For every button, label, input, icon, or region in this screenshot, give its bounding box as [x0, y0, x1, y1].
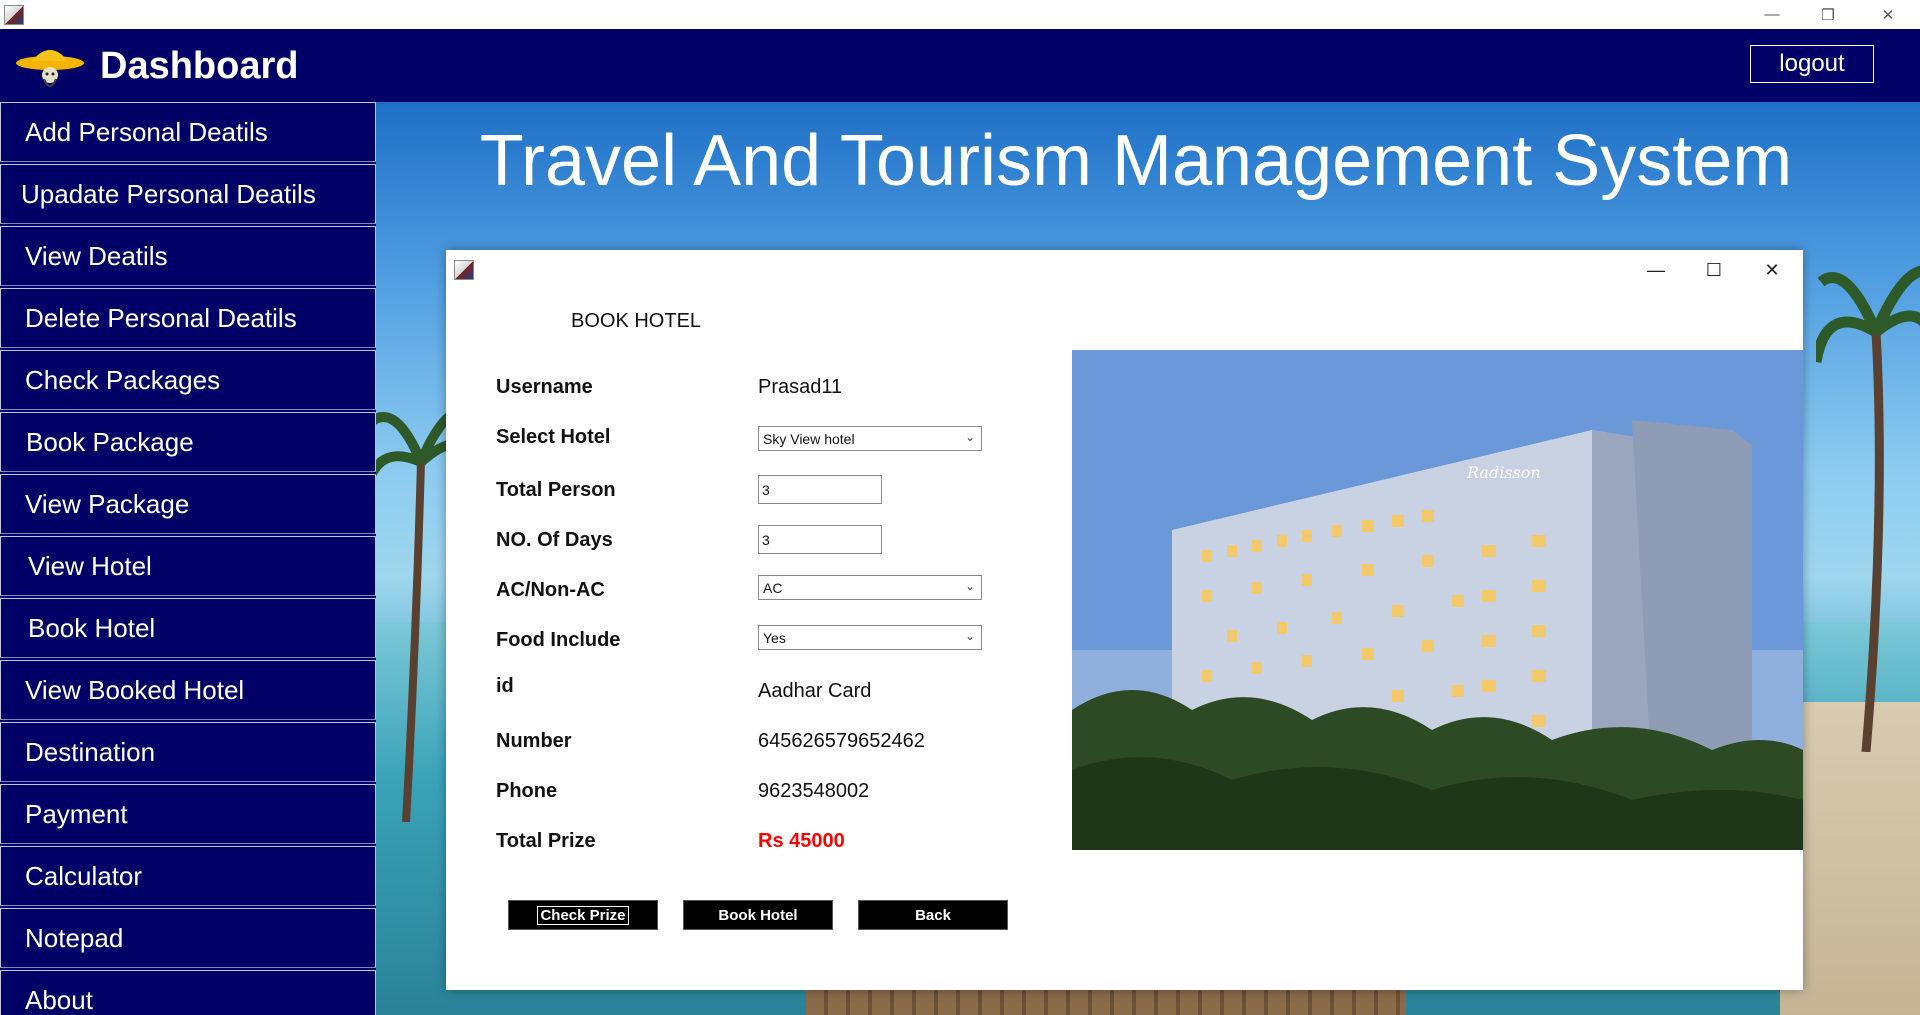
username-label: Username: [496, 376, 593, 398]
sidebar-item-check-packages[interactable]: Check Packages: [0, 350, 376, 410]
back-button[interactable]: Back: [858, 900, 1008, 930]
dialog-maximize-button[interactable]: ☐: [1694, 258, 1734, 282]
check-prize-button[interactable]: Check Prize: [508, 900, 658, 930]
ac-label: AC/Non-AC: [496, 579, 605, 601]
sidebar-item-view-package[interactable]: View Package: [0, 474, 376, 534]
sidebar-item-book-package[interactable]: Book Package: [0, 412, 376, 472]
username-value: Prasad11: [758, 376, 843, 398]
food-label: Food Include: [496, 629, 621, 651]
sidebar-item-view-hotel[interactable]: View Hotel: [0, 536, 376, 596]
phone-value: 9623548002: [758, 780, 870, 802]
book-hotel-dialog: — ☐ ✕ BOOK HOTEL Username Prasad11 Selec…: [446, 250, 1803, 990]
sidebar-item-update-personal-details[interactable]: Upadate Personal Deatils: [0, 164, 376, 224]
java-app-icon: [454, 260, 474, 280]
select-hotel-selected: Sky View hotel: [763, 430, 855, 447]
sidebar-item-calculator[interactable]: Calculator: [0, 846, 376, 906]
minimize-button[interactable]: —: [1744, 0, 1800, 29]
dialog-minimize-button[interactable]: —: [1636, 258, 1676, 282]
dashboard-header: Dashboard logout: [0, 29, 1920, 102]
food-selected: Yes: [763, 629, 786, 646]
logout-button[interactable]: logout: [1750, 45, 1874, 83]
chevron-down-icon: ⌄: [964, 579, 975, 593]
dashboard-title: Dashboard: [100, 45, 299, 87]
id-label: id: [496, 675, 514, 697]
total-person-input[interactable]: [758, 475, 882, 504]
days-label: NO. Of Days: [496, 529, 613, 551]
food-dropdown[interactable]: Yes ⌄: [758, 625, 982, 650]
sidebar-item-about[interactable]: About: [0, 970, 376, 1015]
sidebar-menu: Add Personal Deatils Upadate Personal De…: [0, 102, 376, 1015]
book-hotel-title: BOOK HOTEL: [571, 310, 702, 332]
days-input[interactable]: [758, 525, 882, 554]
window-titlebar: — ❐ ✕: [0, 0, 1920, 29]
palm-tree-right: [1816, 266, 1920, 752]
chevron-down-icon: ⌄: [964, 430, 975, 444]
sidebar-item-view-booked-hotel[interactable]: View Booked Hotel: [0, 660, 376, 720]
number-label: Number: [496, 730, 572, 752]
ac-dropdown[interactable]: AC ⌄: [758, 575, 982, 600]
dialog-close-button[interactable]: ✕: [1752, 258, 1792, 282]
sidebar-item-destination[interactable]: Destination: [0, 722, 376, 782]
total-prize-label: Total Prize: [496, 830, 596, 852]
check-prize-label: Check Prize: [537, 905, 629, 925]
hat-logo-icon: [16, 50, 84, 87]
java-app-icon: [4, 5, 24, 25]
restore-button[interactable]: ❐: [1800, 0, 1856, 29]
sidebar-item-book-hotel[interactable]: Book Hotel: [0, 598, 376, 658]
total-person-label: Total Person: [496, 479, 616, 501]
close-window-button[interactable]: ✕: [1860, 0, 1916, 29]
sidebar-item-notepad[interactable]: Notepad: [0, 908, 376, 968]
sidebar-item-add-personal-details[interactable]: Add Personal Deatils: [0, 102, 376, 162]
select-hotel-label: Select Hotel: [496, 426, 611, 448]
hotel-sign-text: Radisson: [1466, 463, 1541, 482]
chevron-down-icon: ⌄: [964, 629, 975, 643]
sidebar-item-view-details[interactable]: View Deatils: [0, 226, 376, 286]
number-value: 645626579652462: [758, 730, 925, 752]
ac-selected: AC: [763, 579, 783, 596]
sidebar-item-payment[interactable]: Payment: [0, 784, 376, 844]
sidebar-item-delete-personal-details[interactable]: Delete Personal Deatils: [0, 288, 376, 348]
select-hotel-dropdown[interactable]: Sky View hotel ⌄: [758, 426, 982, 451]
id-value: Aadhar Card: [758, 680, 872, 702]
total-prize-value: Rs 45000: [758, 830, 845, 852]
book-hotel-button[interactable]: Book Hotel: [683, 900, 833, 930]
phone-label: Phone: [496, 780, 558, 802]
app-heading: Travel And Tourism Management System: [479, 121, 1793, 201]
hotel-building-illustration: Radisson: [1072, 350, 1803, 850]
hotel-photo: Radisson: [1072, 350, 1803, 850]
